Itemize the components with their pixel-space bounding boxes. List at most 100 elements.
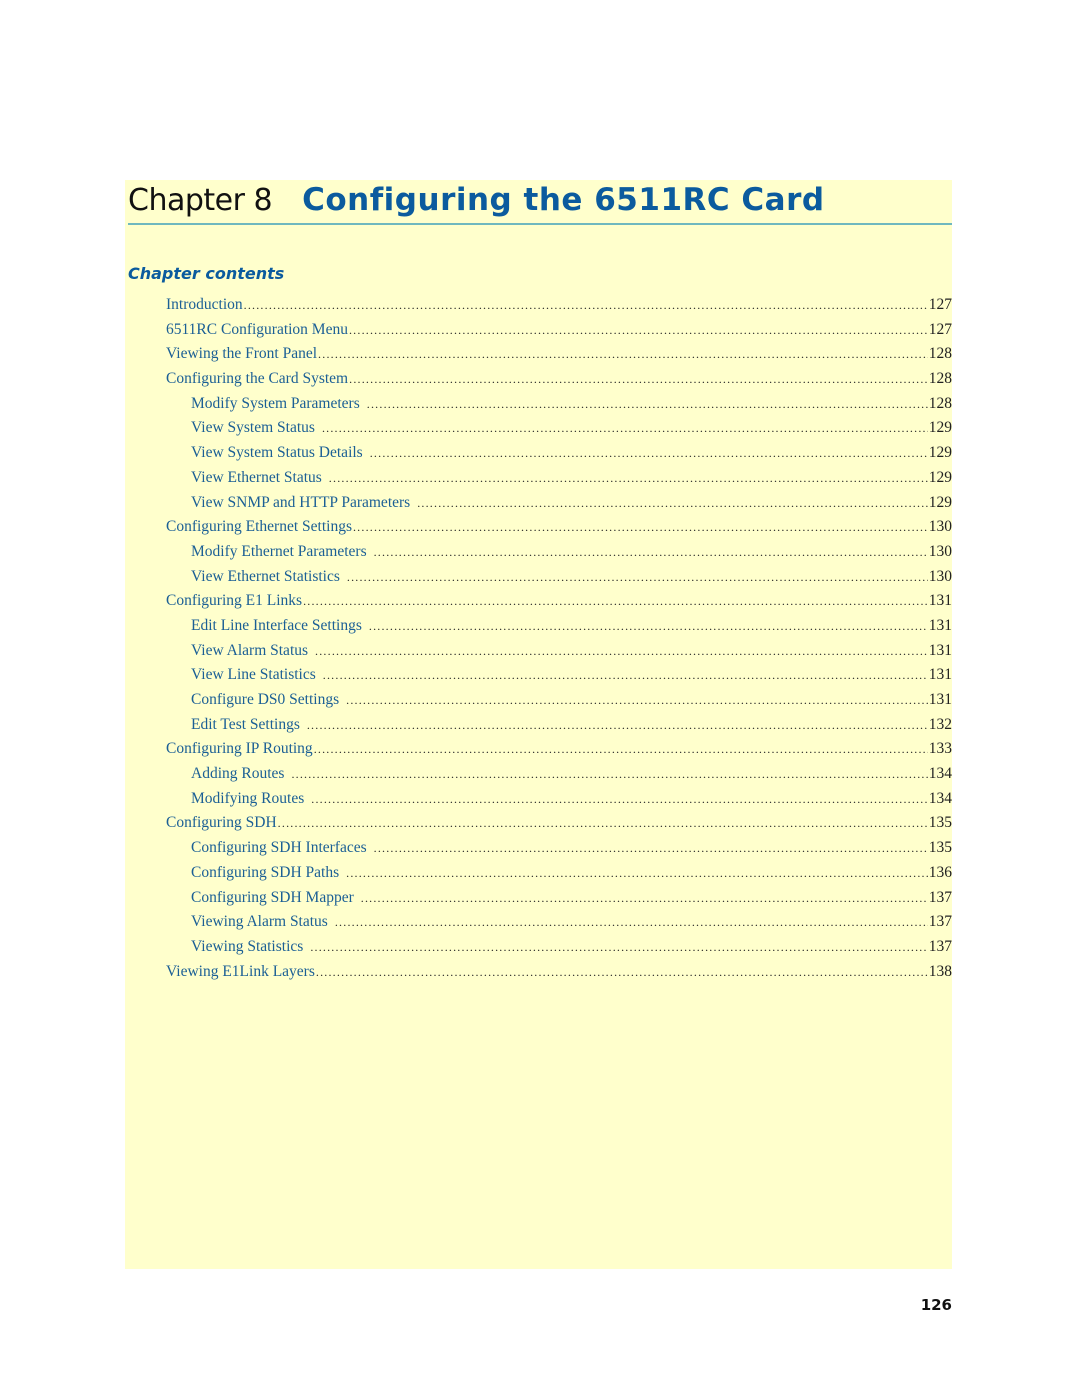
toc-entry[interactable]: View Ethernet Statistics 130 [166,565,952,590]
toc-entry[interactable]: Configuring IP Routing 133 [166,737,952,762]
toc-entry-title[interactable]: Configuring SDH Mapper [191,886,360,911]
toc-entry[interactable]: Configuring SDH 135 [166,811,952,836]
toc-entry[interactable]: Configuring the Card System 128 [166,367,952,392]
toc-entry-title[interactable]: Viewing Statistics [191,935,309,960]
toc-entry-page[interactable]: 133 [929,737,952,762]
toc-entry-title[interactable]: View System Status Details [191,441,369,466]
toc-entry-title[interactable]: Adding Routes [191,762,290,787]
toc-entry-page[interactable]: 134 [929,787,952,812]
toc-entry-title[interactable]: Configuring SDH Interfaces [191,836,373,861]
toc-entry[interactable]: Viewing the Front Panel 128 [166,342,952,367]
toc-entry-title[interactable]: 6511RC Configuration Menu [166,318,348,343]
toc-entry-title[interactable]: View Alarm Status [191,639,314,664]
toc-entry[interactable]: Introduction 127 [166,293,952,318]
toc-entry[interactable]: Configuring Ethernet Settings 130 [166,515,952,540]
toc-entry[interactable]: View System Status 129 [166,416,952,441]
toc-entry[interactable]: Edit Line Interface Settings 131 [166,614,952,639]
toc-entry[interactable]: Viewing Alarm Status 137 [166,910,952,935]
toc-entry-page[interactable]: 129 [929,491,952,516]
toc-entry-title[interactable]: Configuring Ethernet Settings [166,515,352,540]
toc-entry-title[interactable]: Viewing the Front Panel [166,342,317,367]
toc-entry-page[interactable]: 135 [929,836,952,861]
toc-entry-title[interactable]: Configure DS0 Settings [191,688,345,713]
toc-entry-page[interactable]: 131 [929,688,952,713]
toc-entry[interactable]: Edit Test Settings 132 [166,713,952,738]
dot-leader [367,392,928,417]
toc-entry-page[interactable]: 130 [929,565,952,590]
toc-entry-page[interactable]: 137 [929,935,952,960]
toc-entry[interactable]: Viewing E1Link Layers 138 [166,960,952,985]
toc-entry[interactable]: View Ethernet Status 129 [166,466,952,491]
toc-entry[interactable]: Adding Routes 134 [166,762,952,787]
toc-entry-page[interactable]: 137 [929,910,952,935]
toc-entry-page[interactable]: 132 [929,713,952,738]
toc-entry-page[interactable]: 134 [929,762,952,787]
toc-entry-page[interactable]: 129 [929,416,952,441]
toc-entry-title[interactable]: Modifying Routes [191,787,310,812]
toc-entry-title[interactable]: Configuring SDH [166,811,277,836]
toc-entry-page[interactable]: 129 [929,441,952,466]
table-of-contents: Introduction1276511RC Configuration Menu… [166,293,952,984]
toc-entry[interactable]: View System Status Details 129 [166,441,952,466]
toc-entry-page[interactable]: 135 [929,811,952,836]
toc-entry-page[interactable]: 128 [929,392,952,417]
toc-entry-title[interactable]: Configuring E1 Links [166,589,302,614]
dot-leader [318,342,928,367]
toc-entry[interactable]: Modifying Routes 134 [166,787,952,812]
dot-leader [291,762,927,787]
toc-entry-page[interactable]: 130 [929,540,952,565]
toc-entry-page[interactable]: 137 [929,886,952,911]
toc-entry-page[interactable]: 131 [929,614,952,639]
toc-entry-title[interactable]: Edit Line Interface Settings [191,614,368,639]
toc-entry-title[interactable]: View Line Statistics [191,663,322,688]
dot-leader [417,491,928,516]
contents-heading: Chapter contents [128,264,285,283]
dot-leader [346,861,928,886]
dot-leader [316,960,928,985]
toc-entry[interactable]: 6511RC Configuration Menu 127 [166,318,952,343]
toc-entry[interactable]: Modify System Parameters 128 [166,392,952,417]
toc-entry-title[interactable]: View SNMP and HTTP Parameters [191,491,416,516]
toc-entry-page[interactable]: 128 [929,367,952,392]
toc-entry-page[interactable]: 127 [929,318,952,343]
toc-entry[interactable]: Configure DS0 Settings 131 [166,688,952,713]
toc-entry-title[interactable]: Configuring SDH Paths [191,861,345,886]
toc-entry-title[interactable]: View Ethernet Statistics [191,565,346,590]
dot-leader [278,811,928,836]
toc-entry[interactable]: View SNMP and HTTP Parameters 129 [166,491,952,516]
toc-entry-title[interactable]: Configuring IP Routing [166,737,313,762]
dot-leader [307,713,928,738]
toc-entry-page[interactable]: 131 [929,663,952,688]
toc-entry-title[interactable]: Viewing E1Link Layers [166,960,315,985]
toc-entry-title[interactable]: Configuring the Card System [166,367,348,392]
dot-leader [315,639,928,664]
dot-leader [244,293,928,318]
dot-leader [322,416,928,441]
toc-entry-page[interactable]: 129 [929,466,952,491]
toc-entry-page[interactable]: 138 [929,960,952,985]
dot-leader [361,886,928,911]
toc-entry-title[interactable]: Introduction [166,293,243,318]
toc-entry[interactable]: Configuring SDH Interfaces 135 [166,836,952,861]
toc-entry[interactable]: Configuring SDH Paths 136 [166,861,952,886]
toc-entry[interactable]: View Alarm Status 131 [166,639,952,664]
toc-entry[interactable]: Viewing Statistics 137 [166,935,952,960]
toc-entry-page[interactable]: 128 [929,342,952,367]
toc-entry-title[interactable]: Modify System Parameters [191,392,366,417]
toc-entry-title[interactable]: Viewing Alarm Status [191,910,334,935]
toc-entry[interactable]: Configuring SDH Mapper 137 [166,886,952,911]
toc-entry-title[interactable]: Edit Test Settings [191,713,306,738]
toc-entry[interactable]: View Line Statistics 131 [166,663,952,688]
toc-entry-page[interactable]: 130 [929,515,952,540]
toc-entry-title[interactable]: View Ethernet Status [191,466,328,491]
toc-entry-page[interactable]: 136 [929,861,952,886]
toc-entry-title[interactable]: Modify Ethernet Parameters [191,540,373,565]
toc-entry[interactable]: Configuring E1 Links 131 [166,589,952,614]
toc-entry-page[interactable]: 131 [929,589,952,614]
dot-leader [329,466,928,491]
toc-entry-title[interactable]: View System Status [191,416,321,441]
toc-entry[interactable]: Modify Ethernet Parameters 130 [166,540,952,565]
toc-entry-page[interactable]: 131 [929,639,952,664]
toc-entry-page[interactable]: 127 [929,293,952,318]
dot-leader [369,614,928,639]
